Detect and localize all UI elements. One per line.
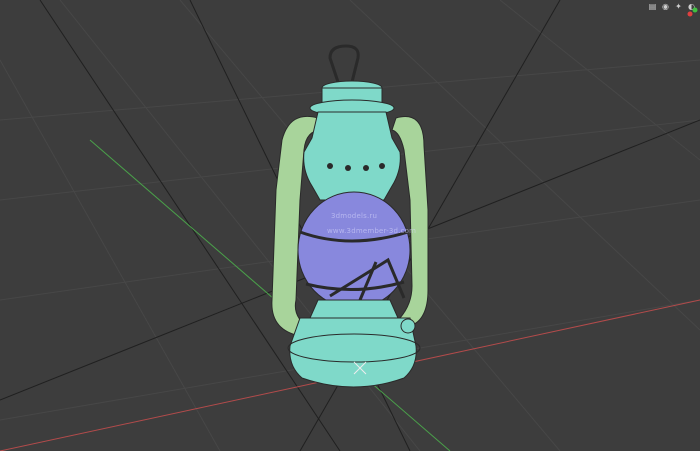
3d-viewport[interactable]: 3dmodels.ru www.3dmember-3d.com ▤ ◉ ✦ ◐ xyxy=(0,0,700,451)
y-axis-icon[interactable] xyxy=(692,7,698,13)
scene-canvas[interactable] xyxy=(0,0,700,451)
y-axis-line xyxy=(89,139,451,451)
lantern-neck xyxy=(309,299,399,319)
camera-icon[interactable]: ◉ xyxy=(661,2,670,11)
top-handle[interactable] xyxy=(328,44,360,83)
x-axis-icon[interactable] xyxy=(687,11,693,17)
lantern-base[interactable] xyxy=(289,317,417,388)
lantern-chimney[interactable] xyxy=(303,111,401,201)
view-options-icon[interactable]: ▤ xyxy=(648,2,657,11)
axis-gizmo[interactable] xyxy=(686,6,698,18)
wick-knob[interactable] xyxy=(400,318,416,334)
light-icon[interactable]: ✦ xyxy=(674,2,683,11)
watermark-line-1: 3dmodels.ru xyxy=(331,212,378,220)
watermark-line-2: www.3dmember-3d.com xyxy=(327,227,417,235)
